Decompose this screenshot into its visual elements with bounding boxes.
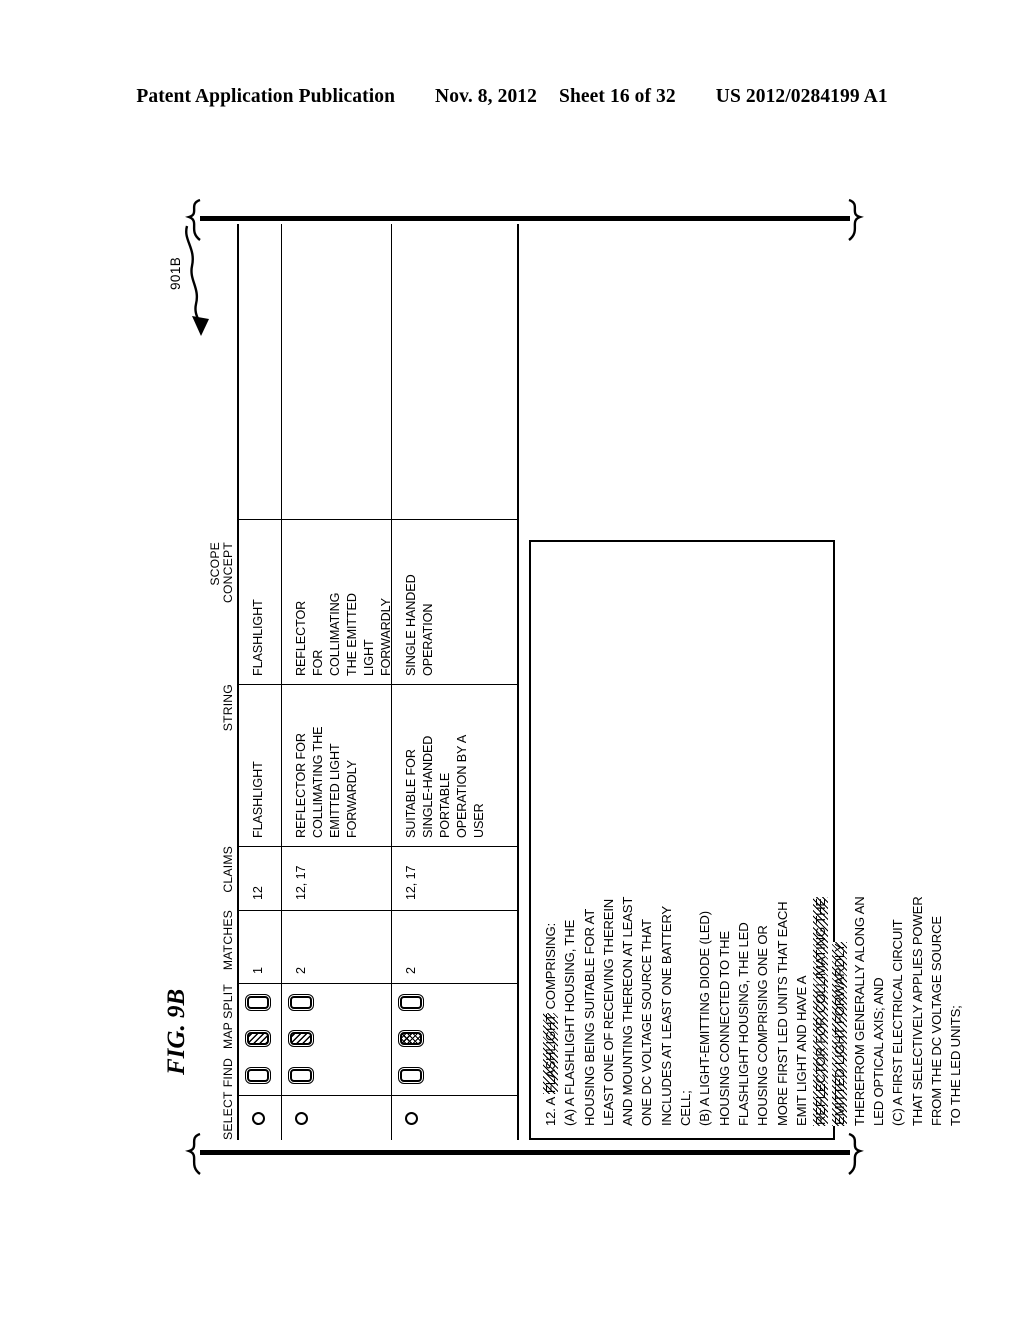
claim-line: (A) A FLASHLIGHT HOUSING, THE xyxy=(560,554,579,1126)
claim-line: FLASHLIGHT HOUSING, THE LED xyxy=(734,554,753,1126)
select-radio[interactable] xyxy=(295,1112,308,1125)
select-radio[interactable] xyxy=(405,1112,418,1125)
split-button[interactable] xyxy=(286,994,316,1011)
claim-line: AND MOUNTING THEREON AT LEAST xyxy=(618,554,637,1126)
header-date: Nov. 8, 2012 xyxy=(435,86,537,107)
row-divider-2 xyxy=(391,224,393,1140)
claim-line: CELL; xyxy=(676,554,695,1126)
claim-text: LEAST ONE OF RECEIVING THEREIN xyxy=(600,898,616,1126)
claims-value: 12, 17 xyxy=(294,865,308,900)
claim-line: ONE DC VOLTAGE SOURCE THAT xyxy=(637,554,656,1126)
matches-value: 2 xyxy=(404,967,418,974)
column-header-claims: CLAIMS xyxy=(221,846,235,893)
claim-mapping-application: SELECT FIND MAP SPLIT MATCHES CLAIMS STR… xyxy=(207,224,963,1146)
column-header-string: STRING xyxy=(221,684,235,732)
string-value: REFLECTOR FOR COLLIMATING THE EMITTED LI… xyxy=(294,726,359,838)
claim-text: AND MOUNTING THEREON AT LEAST xyxy=(620,896,636,1126)
table-header-row: SELECT FIND MAP SPLIT MATCHES CLAIMS STR… xyxy=(208,224,235,1140)
figure-body: SELECT FIND MAP SPLIT MATCHES CLAIMS STR… xyxy=(207,224,963,1146)
claim-text: FROM THE DC VOLTAGE SOURCE xyxy=(928,916,944,1126)
claim-text: HOUSING CONNECTED TO THE xyxy=(716,930,732,1126)
claim-line: MORE FIRST LED UNITS THAT EACH xyxy=(773,554,792,1126)
claim-line: HOUSING CONNECTED TO THE xyxy=(715,554,734,1126)
claim-text: (C) A FIRST ELECTRICAL CIRCUIT xyxy=(890,919,906,1126)
claim-text: THAT SELECTIVELY APPLIES POWER xyxy=(909,896,925,1126)
claims-value: 12, 17 xyxy=(404,865,418,900)
scope-concept-value: FLASHLIGHT xyxy=(251,599,265,676)
claim-line: TO THE LED UNITS; xyxy=(946,554,965,1126)
claim-text: ONE DC VOLTAGE SOURCE THAT xyxy=(639,919,655,1126)
column-header-find: FIND xyxy=(221,1058,235,1088)
header-patent-number: US 2012/0284199 A1 xyxy=(715,86,888,107)
claim-text: 12. A xyxy=(543,1094,558,1126)
column-header-map: MAP xyxy=(221,1022,235,1050)
page-header: Patent Application Publication Nov. 8, 2… xyxy=(0,86,1024,108)
claim-text: HOUSING COMPRISING ONE OR xyxy=(755,925,771,1126)
find-button[interactable] xyxy=(286,1067,316,1084)
claim-line: HOUSING COMPRISING ONE OR xyxy=(753,554,772,1126)
map-button[interactable] xyxy=(396,1030,426,1047)
claim-text: MORE FIRST LED UNITS THAT EACH xyxy=(774,901,790,1126)
claims-value: 12 xyxy=(251,886,265,900)
claim-text: CELL; xyxy=(678,1090,694,1126)
claim-line: (B) A LIGHT-EMITTING DIODE (LED) xyxy=(695,554,714,1126)
map-button[interactable] xyxy=(286,1030,316,1047)
header-sheet: Sheet 16 of 32 xyxy=(559,86,676,107)
column-header-scope-concept: SCOPE CONCEPT xyxy=(208,542,235,603)
claim-line: REFLECTOR FOR COLLIMATING THE xyxy=(811,554,830,1126)
highlighted-claim-term: EMITTED LIGHT FORWARDLY xyxy=(832,942,848,1126)
claim-text: (B) A LIGHT-EMITTING DIODE (LED) xyxy=(697,911,713,1126)
string-value: SUITABLE FOR SINGLE-HANDED PORTABLE OPER… xyxy=(404,734,486,838)
claim-line: FROM THE DC VOLTAGE SOURCE xyxy=(927,554,946,1126)
break-mark-top-left xyxy=(185,198,201,241)
split-button[interactable] xyxy=(243,994,273,1011)
break-mark-top-right xyxy=(848,198,864,241)
table-grid: 1 12 FLASHLIGHT FLASHLIGHT 2 12, 17 REFL… xyxy=(237,224,519,1140)
break-mark-bottom-right xyxy=(848,1132,864,1175)
claim-line: LEAST ONE OF RECEIVING THEREIN xyxy=(599,554,618,1126)
matches-value: 2 xyxy=(294,967,308,974)
claim-line: 12. A FLASHLIGHT COMPRISING: xyxy=(541,554,560,1126)
split-button[interactable] xyxy=(396,994,426,1011)
highlighted-claim-term: FLASHLIGHT xyxy=(543,1012,558,1095)
highlighted-claim-term: REFLECTOR FOR COLLIMATING THE xyxy=(813,896,829,1126)
claim-line: THAT SELECTIVELY APPLIES POWER xyxy=(908,554,927,1126)
claim-text: INCLUDES AT LEAST ONE BATTERY xyxy=(658,905,674,1126)
column-header-matches: MATCHES xyxy=(221,910,235,971)
claim-line: INCLUDES AT LEAST ONE BATTERY xyxy=(657,554,676,1126)
claim-text-body: 12. A FLASHLIGHT COMPRISING: (A) A FLASHL… xyxy=(541,554,966,1126)
claim-line: LED OPTICAL AXIS; AND xyxy=(869,554,888,1126)
figure-bottom-rule xyxy=(200,1150,850,1155)
figure-top-rule xyxy=(200,216,850,221)
claim-line: EMITTED LIGHT FORWARDLY xyxy=(830,554,849,1126)
header-publication: Patent Application Publication xyxy=(136,86,396,107)
break-mark-bottom-left xyxy=(185,1132,201,1175)
find-button[interactable] xyxy=(396,1067,426,1084)
figure-label: FIG. 9B xyxy=(163,988,190,1075)
select-radio[interactable] xyxy=(252,1112,265,1125)
claim-text: COMPRISING: xyxy=(543,922,558,1013)
column-header-select: SELECT xyxy=(221,1091,235,1140)
claim-text: LED OPTICAL AXIS; AND xyxy=(871,977,887,1126)
claim-text: HOUSING BEING SUITABLE FOR AT xyxy=(581,908,597,1126)
claim-text: EMIT LIGHT AND HAVE A xyxy=(793,975,809,1126)
string-value: FLASHLIGHT xyxy=(251,761,265,838)
claim-text: (A) A FLASHLIGHT HOUSING, THE xyxy=(562,919,578,1126)
column-header-split: SPLIT xyxy=(221,984,235,1019)
claim-text: THEREFROM GENERALLY ALONG AN xyxy=(851,896,867,1126)
claim-line: EMIT LIGHT AND HAVE A xyxy=(792,554,811,1126)
claim-line: HOUSING BEING SUITABLE FOR AT xyxy=(580,554,599,1126)
claim-scope-table: SELECT FIND MAP SPLIT MATCHES CLAIMS STR… xyxy=(208,224,523,1140)
find-button[interactable] xyxy=(243,1067,273,1084)
claim-text-panel[interactable]: 12. A FLASHLIGHT COMPRISING: (A) A FLASHL… xyxy=(529,540,963,1140)
row-divider-1 xyxy=(281,224,283,1140)
scope-concept-value: SINGLE HANDED OPERATION xyxy=(404,574,435,676)
matches-value: 1 xyxy=(251,967,265,974)
claim-text: FLASHLIGHT HOUSING, THE LED xyxy=(735,922,751,1126)
claim-line: (C) A FIRST ELECTRICAL CIRCUIT xyxy=(888,554,907,1126)
scope-concept-value: REFLECTOR FOR COLLIMATING THE EMITTED LI… xyxy=(294,592,393,676)
claim-line: THEREFROM GENERALLY ALONG AN xyxy=(850,554,869,1126)
claim-text: TO THE LED UNITS; xyxy=(948,1005,964,1126)
map-button[interactable] xyxy=(243,1030,273,1047)
